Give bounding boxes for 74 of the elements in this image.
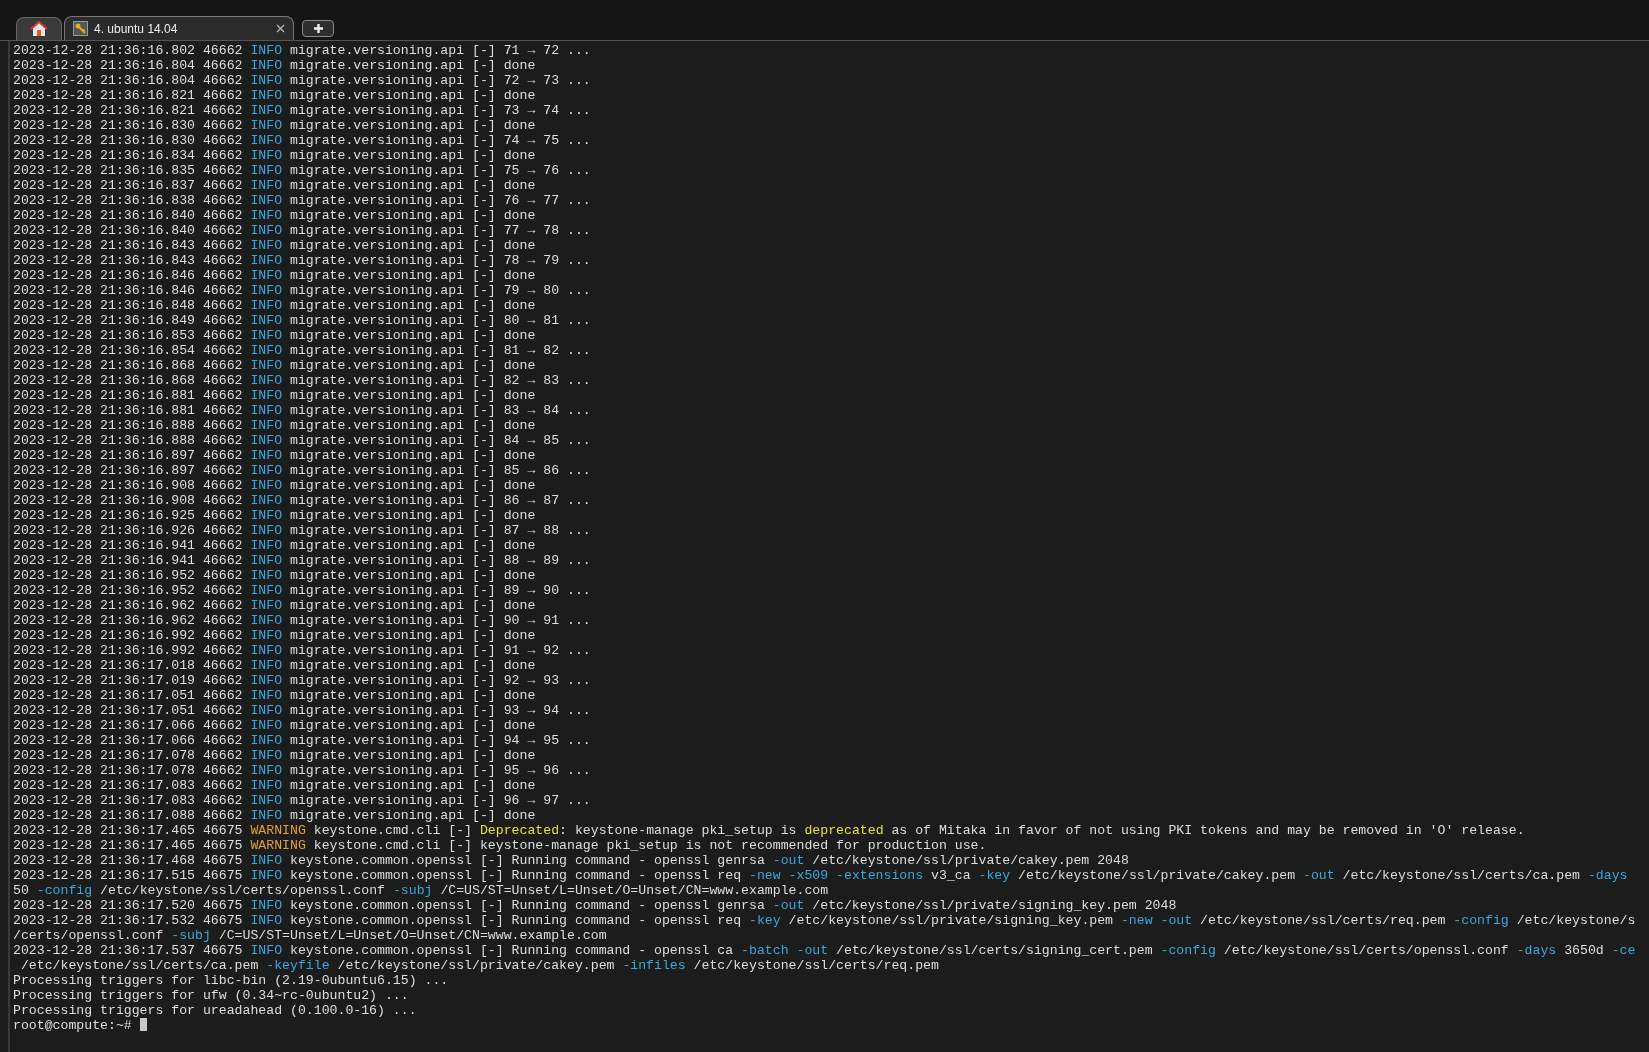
terminal-line: 2023-12-28 21:36:17.532 46675 INFO keystone.common.openssl [-] Running command - openssl req -key /etc/keystone/ssl/private/signing_key.pem -new -out /etc/keystone/ssl/certs/req.pem -config /etc/keystone/s <box>13 913 1636 928</box>
terminal-line: 2023-12-28 21:36:16.846 46662 INFO migrate.versioning.api [-] done <box>13 268 536 283</box>
terminal-line: 2023-12-28 21:36:17.051 46662 INFO migrate.versioning.api [-] done <box>13 688 536 703</box>
terminal-line: 2023-12-28 21:36:16.881 46662 INFO migrate.versioning.api [-] 83 → 84 ... <box>13 403 591 418</box>
close-icon[interactable] <box>276 24 285 33</box>
terminal-line: 2023-12-28 21:36:17.465 46675 WARNING keystone.cmd.cli [-] Deprecated: keystone-manage pki_setup is deprecated as of Mitaka in favor of not using PKI tokens and may be removed in 'O' release. <box>13 823 1525 838</box>
terminal-line: 50 -config /etc/keystone/ssl/certs/openssl.conf -subj /C=US/ST=Unset/L=Unset/O=Unset/CN=www.example.com <box>13 883 829 898</box>
terminal-line: 2023-12-28 21:36:16.962 46662 INFO migrate.versioning.api [-] 90 → 91 ... <box>13 613 591 628</box>
terminal-line: 2023-12-28 21:36:16.835 46662 INFO migrate.versioning.api [-] 75 → 76 ... <box>13 163 591 178</box>
terminal-line: 2023-12-28 21:36:16.908 46662 INFO migrate.versioning.api [-] done <box>13 478 536 493</box>
terminal-line: 2023-12-28 21:36:17.465 46675 WARNING keystone.cmd.cli [-] keystone-manage pki_setup is not recommended for production use. <box>13 838 987 853</box>
terminal-line: 2023-12-28 21:36:16.853 46662 INFO migrate.versioning.api [-] done <box>13 328 536 343</box>
plus-icon <box>312 23 324 34</box>
terminal-line: Processing triggers for ureadahead (0.100.0-16) ... <box>13 1003 417 1018</box>
terminal-line: 2023-12-28 21:36:16.897 46662 INFO migrate.versioning.api [-] done <box>13 448 536 463</box>
terminal-line: 2023-12-28 21:36:17.537 46675 INFO keystone.common.openssl [-] Running command - openssl ca -batch -out /etc/keystone/ssl/certs/signing_cert.pem -config /etc/keystone/ssl/certs/openssl.conf -days 3650d -ce <box>13 943 1636 958</box>
terminal-line: 2023-12-28 21:36:16.926 46662 INFO migrate.versioning.api [-] 87 → 88 ... <box>13 523 591 538</box>
terminal-line: 2023-12-28 21:36:16.840 46662 INFO migrate.versioning.api [-] 77 → 78 ... <box>13 223 591 238</box>
terminal-line: 2023-12-28 21:36:17.520 46675 INFO keystone.common.openssl [-] Running command - openssl genrsa -out /etc/keystone/ssl/private/signing_key.pem 2048 <box>13 898 1177 913</box>
terminal-line: 2023-12-28 21:36:16.992 46662 INFO migrate.versioning.api [-] 91 → 92 ... <box>13 643 591 658</box>
terminal-line: 2023-12-28 21:36:16.962 46662 INFO migrate.versioning.api [-] done <box>13 598 536 613</box>
terminal-line: 2023-12-28 21:36:16.834 46662 INFO migrate.versioning.api [-] done <box>13 148 536 163</box>
terminal-line: 2023-12-28 21:36:16.840 46662 INFO migrate.versioning.api [-] done <box>13 208 536 223</box>
terminal-line: 2023-12-28 21:36:16.838 46662 INFO migrate.versioning.api [-] 76 → 77 ... <box>13 193 591 208</box>
terminal-line: 2023-12-28 21:36:17.051 46662 INFO migrate.versioning.api [-] 93 → 94 ... <box>13 703 591 718</box>
terminal-line: 2023-12-28 21:36:16.821 46662 INFO migrate.versioning.api [-] done <box>13 88 536 103</box>
terminal-line: 2023-12-28 21:36:16.837 46662 INFO migrate.versioning.api [-] done <box>13 178 536 193</box>
terminal-line: 2023-12-28 21:36:16.941 46662 INFO migrate.versioning.api [-] 88 → 89 ... <box>13 553 591 568</box>
terminal-line: 2023-12-28 21:36:16.830 46662 INFO migrate.versioning.api [-] 74 → 75 ... <box>13 133 591 148</box>
terminal-line: 2023-12-28 21:36:16.881 46662 INFO migrate.versioning.api [-] done <box>13 388 536 403</box>
terminal-line: 2023-12-28 21:36:17.018 46662 INFO migrate.versioning.api [-] done <box>13 658 536 673</box>
terminal-line: 2023-12-28 21:36:17.078 46662 INFO migrate.versioning.api [-] 95 → 96 ... <box>13 763 591 778</box>
house-icon <box>30 21 48 37</box>
terminal-line: 2023-12-28 21:36:16.804 46662 INFO migrate.versioning.api [-] 72 → 73 ... <box>13 73 591 88</box>
terminal-line: 2023-12-28 21:36:16.843 46662 INFO migrate.versioning.api [-] done <box>13 238 536 253</box>
terminal-line: 2023-12-28 21:36:16.868 46662 INFO migrate.versioning.api [-] done <box>13 358 536 373</box>
terminal-line: 2023-12-28 21:36:17.066 46662 INFO migrate.versioning.api [-] 94 → 95 ... <box>13 733 591 748</box>
terminal-line: 2023-12-28 21:36:17.515 46675 INFO keystone.common.openssl [-] Running command - openssl req -new -x509 -extensions v3_ca -key /etc/keystone/ssl/private/cakey.pem -out /etc/keystone/ssl/certs/ca.pem -days <box>13 868 1628 883</box>
terminal-line: 2023-12-28 21:36:16.888 46662 INFO migrate.versioning.api [-] 84 → 85 ... <box>13 433 591 448</box>
tab-label: 4. ubuntu 14.04 <box>94 21 179 36</box>
terminal-line: /certs/openssl.conf -subj /C=US/ST=Unset/L=Unset/O=Unset/CN=www.example.com <box>13 928 607 943</box>
terminal-line: 2023-12-28 21:36:16.925 46662 INFO migrate.versioning.api [-] done <box>13 508 536 523</box>
terminal-line: 2023-12-28 21:36:16.952 46662 INFO migrate.versioning.api [-] 89 → 90 ... <box>13 583 591 598</box>
terminal-line: 2023-12-28 21:36:17.078 46662 INFO migrate.versioning.api [-] done <box>13 748 536 763</box>
terminal-line: 2023-12-28 21:36:17.468 46675 INFO keystone.common.openssl [-] Running command - openssl genrsa -out /etc/keystone/ssl/private/cakey.pem 2048 <box>13 853 1129 868</box>
terminal-line: 2023-12-28 21:36:16.992 46662 INFO migrate.versioning.api [-] done <box>13 628 536 643</box>
terminal-line: 2023-12-28 21:36:17.083 46662 INFO migrate.versioning.api [-] 96 → 97 ... <box>13 793 591 808</box>
terminal-line: 2023-12-28 21:36:16.941 46662 INFO migrate.versioning.api [-] done <box>13 538 536 553</box>
terminal-line: Processing triggers for libc-bin (2.19-0ubuntu6.15) ... <box>13 973 449 988</box>
terminal-line: 2023-12-28 21:36:16.908 46662 INFO migrate.versioning.api [-] 86 → 87 ... <box>13 493 591 508</box>
terminal-line: 2023-12-28 21:36:16.849 46662 INFO migrate.versioning.api [-] 80 → 81 ... <box>13 313 591 328</box>
terminal-line: 2023-12-28 21:36:16.888 46662 INFO migrate.versioning.api [-] done <box>13 418 536 433</box>
terminal-line: 2023-12-28 21:36:17.066 46662 INFO migrate.versioning.api [-] done <box>13 718 536 733</box>
terminal-line: 2023-12-28 21:36:17.019 46662 INFO migrate.versioning.api [-] 92 → 93 ... <box>13 673 591 688</box>
terminal-line: 2023-12-28 21:36:17.083 46662 INFO migrate.versioning.api [-] done <box>13 778 536 793</box>
terminal-line: /etc/keystone/ssl/certs/ca.pem -keyfile /etc/keystone/ssl/private/cakey.pem -infiles /etc/keystone/ssl/certs/req.pem <box>19 958 939 973</box>
terminal-line: 2023-12-28 21:36:17.088 46662 INFO migrate.versioning.api [-] done <box>13 808 536 823</box>
terminal-line: 2023-12-28 21:36:16.848 46662 INFO migrate.versioning.api [-] done <box>13 298 536 313</box>
session-tab[interactable]: 4. ubuntu 14.04 <box>64 16 294 40</box>
terminal-line: 2023-12-28 21:36:16.897 46662 INFO migrate.versioning.api [-] 85 → 86 ... <box>13 463 591 478</box>
key-icon <box>73 21 88 36</box>
terminal-line: Processing triggers for ufw (0.34~rc-0ubuntu2) ... <box>13 988 409 1003</box>
terminal-line: 2023-12-28 21:36:16.830 46662 INFO migrate.versioning.api [-] done <box>13 118 536 133</box>
terminal-line: 2023-12-28 21:36:16.846 46662 INFO migrate.versioning.api [-] 79 → 80 ... <box>13 283 591 298</box>
terminal-line: 2023-12-28 21:36:16.804 46662 INFO migrate.versioning.api [-] done <box>13 58 536 73</box>
terminal-line: 2023-12-28 21:36:16.952 46662 INFO migrate.versioning.api [-] done <box>13 568 536 583</box>
home-tab[interactable] <box>16 17 62 40</box>
terminal-line: 2023-12-28 21:36:16.802 46662 INFO migrate.versioning.api [-] 71 → 72 ... <box>13 43 591 58</box>
terminal-line: root@compute:~# <box>13 1018 147 1033</box>
terminal-line: 2023-12-28 21:36:16.821 46662 INFO migrate.versioning.api [-] 73 → 74 ... <box>13 103 591 118</box>
new-tab-button[interactable] <box>302 20 334 37</box>
terminal-line: 2023-12-28 21:36:16.843 46662 INFO migrate.versioning.api [-] 78 → 79 ... <box>13 253 591 268</box>
terminal-line: 2023-12-28 21:36:16.868 46662 INFO migrate.versioning.api [-] 82 → 83 ... <box>13 373 591 388</box>
terminal-line: 2023-12-28 21:36:16.854 46662 INFO migrate.versioning.api [-] 81 → 82 ... <box>13 343 591 358</box>
